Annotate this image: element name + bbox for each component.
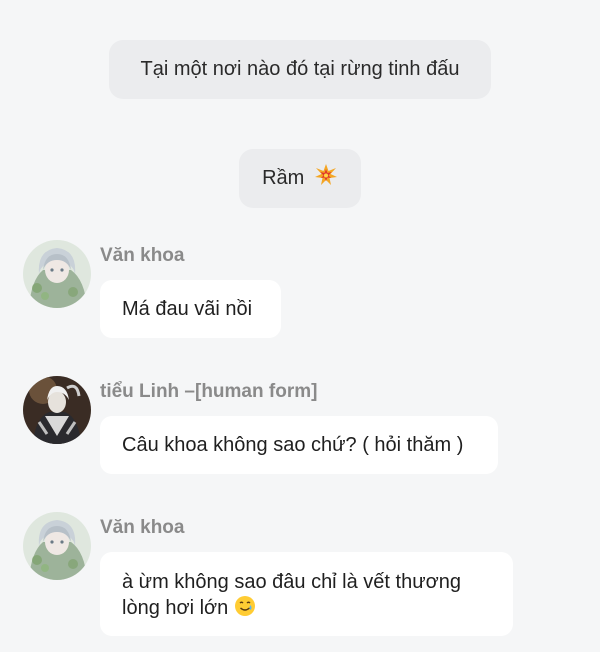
sender-name: Văn khoa <box>100 517 185 538</box>
message-text-line-2: lòng hơi lớn <box>122 595 491 624</box>
smiling-face-with-tear-icon <box>234 595 256 624</box>
narration-text: Tại một nơi nào đó tại rừng tinh đấu <box>140 58 460 80</box>
avatar[interactable] <box>23 512 91 580</box>
sender-name: tiểu Linh –[human form] <box>100 381 318 402</box>
avatar[interactable] <box>23 240 91 308</box>
message-bubble: à ừm không sao đâu chỉ là vết thương lòn… <box>100 552 513 636</box>
narration-bubble: Tại một nơi nào đó tại rừng tinh đấu <box>109 40 491 99</box>
message-bubble: Má đau vãi nồi <box>100 280 281 338</box>
message-text-line: lòng hơi lớn <box>122 597 229 619</box>
message-bubble: Câu khoa không sao chứ? ( hỏi thăm ) <box>100 416 498 474</box>
collision-icon <box>314 152 338 211</box>
message-text: Câu khoa không sao chứ? ( hỏi thăm ) <box>122 434 464 456</box>
avatar[interactable] <box>23 376 91 444</box>
narration-bubble: Rầm <box>239 149 361 208</box>
message-text: Má đau vãi nồi <box>122 298 253 320</box>
message-text-line: à ừm không sao đâu chỉ là vết thương <box>122 571 461 593</box>
narration-text: Rầm <box>262 167 305 189</box>
sender-name: Văn khoa <box>100 245 185 266</box>
